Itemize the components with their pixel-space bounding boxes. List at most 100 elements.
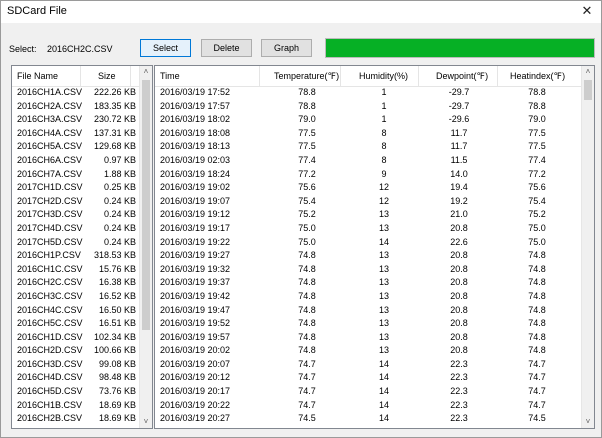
record-row[interactable]: 2016/03/19 19:17 75.0 13 20.8 75.0 bbox=[155, 222, 594, 236]
select-button[interactable]: Select bbox=[140, 39, 191, 57]
file-list-row[interactable]: 2016CH2C.CSV 16.38 KB bbox=[12, 276, 152, 290]
file-list-row[interactable]: 2016CH4C.CSV 16.50 KB bbox=[12, 304, 152, 318]
record-row[interactable]: 2016/03/19 19:57 74.8 13 20.8 74.8 bbox=[155, 331, 594, 345]
file-list-row[interactable]: 2016CH3B.CSV 18.68 KB bbox=[12, 426, 152, 428]
column-header-humidity[interactable]: Humidity(%) bbox=[359, 71, 408, 81]
column-header-file-name[interactable]: File Name bbox=[17, 71, 58, 81]
scroll-up-icon[interactable]: ˄ bbox=[582, 66, 594, 78]
graph-button[interactable]: Graph bbox=[261, 39, 312, 57]
record-row[interactable]: 2016/03/19 18:13 77.5 8 11.7 77.5 bbox=[155, 140, 594, 154]
file-list-scrollbar[interactable]: ˄ ˅ bbox=[139, 66, 152, 428]
humidity-cell: 14 bbox=[354, 427, 414, 428]
record-row[interactable]: 2016/03/19 19:02 75.6 12 19.4 75.6 bbox=[155, 181, 594, 195]
file-list-row[interactable]: 2016CH2B.CSV 18.69 KB bbox=[12, 412, 152, 426]
record-row[interactable]: 2016/03/19 20:07 74.7 14 22.3 74.7 bbox=[155, 358, 594, 372]
scroll-thumb[interactable] bbox=[142, 80, 150, 330]
record-row[interactable]: 2016/03/19 20:17 74.7 14 22.3 74.7 bbox=[155, 385, 594, 399]
delete-button[interactable]: Delete bbox=[201, 39, 252, 57]
record-row[interactable]: 2016/03/19 19:27 74.8 13 20.8 74.8 bbox=[155, 249, 594, 263]
dewpoint-cell: 11.5 bbox=[450, 154, 468, 165]
record-row[interactable]: 2016/03/19 20:22 74.7 14 22.3 74.7 bbox=[155, 399, 594, 413]
record-row[interactable]: 2016/03/19 19:12 75.2 13 21.0 75.2 bbox=[155, 208, 594, 222]
column-header-heatindex[interactable]: Heatindex(℉) bbox=[510, 71, 565, 82]
file-size-cell: 222.26 KB bbox=[93, 87, 136, 97]
file-list-row[interactable]: 2016CH4A.CSV 137.31 KB bbox=[12, 127, 152, 141]
scroll-thumb[interactable] bbox=[584, 80, 592, 100]
column-header-dewpoint[interactable]: Dewpoint(℉) bbox=[436, 71, 488, 82]
record-row[interactable]: 2016/03/19 20:02 74.8 13 20.8 74.8 bbox=[155, 344, 594, 358]
file-list-row[interactable]: 2016CH1P.CSV 318.53 KB bbox=[12, 249, 152, 263]
record-row[interactable]: 2016/03/19 19:07 75.4 12 19.2 75.4 bbox=[155, 195, 594, 209]
file-list-row[interactable]: 2016CH2A.CSV 183.35 KB bbox=[12, 100, 152, 114]
record-row[interactable]: 2016/03/19 18:24 77.2 9 14.0 77.2 bbox=[155, 168, 594, 182]
dewpoint-cell: 20.8 bbox=[450, 304, 468, 315]
file-list-row[interactable]: 2016CH1C.CSV 15.76 KB bbox=[12, 263, 152, 277]
file-name-cell: 2016CH2C.CSV bbox=[17, 277, 83, 288]
file-list-row[interactable]: 2017CH5D.CSV 0.24 KB bbox=[12, 236, 152, 250]
file-list-row[interactable]: 2017CH3D.CSV 0.24 KB bbox=[12, 208, 152, 222]
file-size-cell: 102.34 KB bbox=[93, 331, 136, 342]
records-list[interactable]: Time Temperature(℉) Humidity(%) Dewpoint… bbox=[154, 65, 595, 429]
scroll-up-icon[interactable]: ˄ bbox=[140, 66, 152, 78]
file-list-row[interactable]: 2016CH3C.CSV 16.52 KB bbox=[12, 290, 152, 304]
file-name-cell: 2017CH5D.CSV bbox=[17, 236, 83, 247]
file-list-row[interactable]: 2016CH1D.CSV 102.34 KB bbox=[12, 331, 152, 345]
record-row[interactable]: 2016/03/19 17:57 78.8 1 -29.7 78.8 bbox=[155, 100, 594, 114]
file-list-row[interactable]: 2016CH2D.CSV 100.66 KB bbox=[12, 344, 152, 358]
humidity-cell: 14 bbox=[378, 413, 389, 424]
record-row[interactable]: 2016/03/19 18:08 77.5 8 11.7 77.5 bbox=[155, 127, 594, 141]
file-size-cell: 18.69 KB bbox=[98, 399, 136, 410]
file-list-row[interactable]: 2016CH7A.CSV 1.88 KB bbox=[12, 168, 152, 182]
record-row[interactable]: 2016/03/19 19:47 74.8 13 20.8 74.8 bbox=[155, 304, 594, 318]
time-cell: 2016/03/19 18:08 bbox=[160, 127, 231, 138]
file-list-row[interactable]: 2016CH6A.CSV 0.97 KB bbox=[12, 154, 152, 168]
time-cell: 2016/03/19 19:22 bbox=[160, 236, 231, 247]
record-row[interactable]: 2016/03/19 20:27 74.5 14 22.3 74.5 bbox=[155, 412, 594, 426]
humidity-cell: 13 bbox=[378, 250, 389, 261]
file-size-cell: 18.68 KB bbox=[99, 427, 136, 428]
record-row[interactable]: 2016/03/19 19:52 74.8 13 20.8 74.8 bbox=[155, 317, 594, 331]
humidity-cell: 13 bbox=[378, 290, 389, 301]
record-row[interactable]: 2016/03/19 18:02 79.0 1 -29.6 79.0 bbox=[155, 113, 594, 127]
record-row[interactable]: 2016/03/19 20:12 74.7 14 22.3 74.7 bbox=[155, 371, 594, 385]
record-row[interactable]: 2016/03/19 19:32 74.8 13 20.8 74.8 bbox=[155, 263, 594, 277]
file-list-row[interactable]: 2016CH5A.CSV 129.68 KB bbox=[12, 140, 152, 154]
dewpoint-cell: 20.8 bbox=[450, 277, 468, 288]
file-name-cell: 2016CH4C.CSV bbox=[17, 304, 83, 315]
heatindex-cell: 74.5 bbox=[507, 427, 567, 428]
record-row[interactable]: 2016/03/19 19:42 74.8 13 20.8 74.8 bbox=[155, 290, 594, 304]
window-title: SDCard File bbox=[7, 5, 67, 17]
record-row[interactable]: 2016/03/19 19:22 75.0 14 22.6 75.0 bbox=[155, 236, 594, 250]
record-row[interactable]: 2016/03/19 02:03 77.4 8 11.5 77.4 bbox=[155, 154, 594, 168]
record-row[interactable]: 2016/03/19 17:52 78.8 1 -29.7 78.8 bbox=[155, 86, 594, 100]
record-row[interactable]: 2016/03/19 19:37 74.8 13 20.8 74.8 bbox=[155, 276, 594, 290]
heatindex-cell: 79.0 bbox=[528, 114, 546, 125]
file-list-row[interactable]: 2016CH3A.CSV 230.72 KB bbox=[12, 113, 152, 127]
column-header-size[interactable]: Size bbox=[98, 71, 116, 81]
file-list-row[interactable]: 2016CH5D.CSV 73.76 KB bbox=[12, 385, 152, 399]
records-list-scrollbar[interactable]: ˄ ˅ bbox=[581, 66, 594, 428]
file-list-row[interactable]: 2016CH4D.CSV 98.48 KB bbox=[12, 371, 152, 385]
time-cell: 2016/03/19 20:27 bbox=[160, 413, 231, 424]
temperature-cell: 74.8 bbox=[298, 345, 316, 356]
temperature-cell: 74.5 bbox=[277, 427, 337, 428]
close-icon[interactable]: ✕ bbox=[573, 1, 601, 23]
file-name-cell: 2016CH2A.CSV bbox=[17, 100, 83, 111]
file-list-row[interactable]: 2017CH4D.CSV 0.24 KB bbox=[12, 222, 152, 236]
file-list-row[interactable]: 2016CH1A.CSV 222.26 KB bbox=[12, 86, 152, 100]
file-list-row[interactable]: 2016CH5C.CSV 16.51 KB bbox=[12, 317, 152, 331]
column-header-time[interactable]: Time bbox=[160, 71, 180, 81]
scroll-down-icon[interactable]: ˅ bbox=[140, 416, 152, 428]
file-size-cell: 0.24 KB bbox=[103, 195, 136, 206]
file-list-row[interactable]: 2017CH1D.CSV 0.25 KB bbox=[12, 181, 152, 195]
file-list-row[interactable]: 2016CH1B.CSV 18.69 KB bbox=[12, 399, 152, 413]
file-list-row[interactable]: 2016CH3D.CSV 99.08 KB bbox=[12, 358, 152, 372]
scroll-down-icon[interactable]: ˅ bbox=[582, 416, 594, 428]
time-cell: 2016/03/19 19:47 bbox=[160, 304, 231, 315]
temperature-cell: 78.8 bbox=[298, 100, 316, 111]
heatindex-cell: 78.8 bbox=[528, 87, 546, 97]
record-row[interactable]: 2016/03/19 20:32 74.5 14 22.3 74.5 bbox=[155, 426, 594, 428]
column-header-temperature[interactable]: Temperature(℉) bbox=[274, 71, 339, 82]
file-list-row[interactable]: 2017CH2D.CSV 0.24 KB bbox=[12, 195, 152, 209]
file-list[interactable]: File Name Size 2016CH1A.CSV 222.26 KB 2016… bbox=[11, 65, 153, 429]
